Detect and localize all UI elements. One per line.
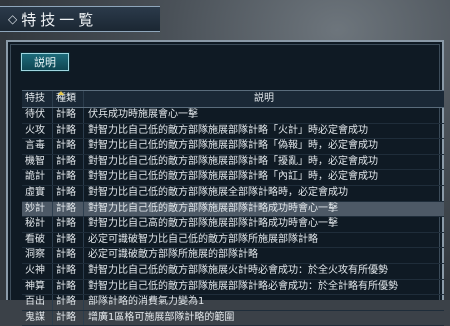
cell-description: 部隊計略的消費氣力變為1: [88, 296, 205, 308]
table-row[interactable]: 百出 計略 部隊計略的消費氣力變為1: [22, 295, 444, 311]
cell-name: 百出: [22, 295, 53, 310]
header-name[interactable]: 特技: [22, 91, 53, 107]
cell-description: 對智力比自己低的敵方部隊施展部隊計略「擾亂」時，必定會成功: [88, 155, 378, 167]
cell-type: 計略: [53, 279, 84, 295]
cell-description: 對智力比自己低的敵方部隊施展部隊計略必會成功：於全計略有所優勢: [88, 280, 398, 292]
table-row[interactable]: 火神 計略 對智力比自己低的敵方部隊施展火計時必會成功：於全火攻有所優勢: [22, 263, 444, 280]
table-row[interactable]: 秘計 計略 對智力比自己高的敵方部隊施展部隊計略成功時會心一擊: [22, 217, 444, 233]
window-title-bar: ◇ 特技一覧: [0, 6, 160, 32]
skills-table: 特技 種類 説明 待伏 計略 伏兵成功時施展會心一擊 火攻 計略 對智力比自己低…: [22, 90, 444, 326]
cell-name: 看破: [22, 232, 53, 248]
header-description[interactable]: 説明: [84, 91, 444, 107]
cell-description: 對智力比自己低的敵方部隊施展部隊計略「火計」時必定會成功: [88, 124, 368, 136]
cell-type: 計略: [53, 108, 84, 123]
cell-description: 對智力比自己低的敵方部隊施展部隊計略「偽報」時，必定會成功: [88, 140, 378, 152]
table-row-selected[interactable]: 妙計 計略 對智力比自己低的敵方部隊施展部隊計略成功時會心一擊: [22, 201, 444, 218]
cell-type: 計略: [53, 248, 84, 263]
table-row[interactable]: 虛實 計略 對智力比自己低的敵方部隊施展全部隊計略時，必定會成功: [22, 185, 444, 202]
title-ornament-icon: ◇: [8, 12, 18, 26]
table-header: 特技 種類 説明: [22, 90, 444, 108]
cell-name: 詭計: [22, 170, 53, 185]
cell-description: 對智力比自己低的敵方部隊施展部隊計略「內訌」時，必定會成功: [88, 171, 378, 183]
cell-description: 對智力比自己高的敵方部隊施展部隊計略成功時會心一擊: [88, 218, 338, 230]
cell-name: 火神: [22, 263, 53, 279]
cell-type: 計略: [53, 295, 84, 310]
cell-name: 待伏: [22, 108, 53, 123]
header-type[interactable]: 種類: [53, 91, 84, 107]
cell-description: 對智力比自己低的敵方部隊施展全部隊計略時，必定會成功: [88, 186, 348, 198]
cell-description: 必定可識破敵方部隊所施展的部隊計略: [88, 249, 258, 261]
cell-type: 計略: [53, 201, 84, 217]
cell-type: 計略: [53, 154, 84, 170]
table-row[interactable]: 機智 計略 對智力比自己低的敵方部隊施展部隊計略「擾亂」時，必定會成功: [22, 154, 444, 171]
table-row[interactable]: 看破 計略 必定可識破智力比自己低的敵方部隊所施展部隊計略: [22, 232, 444, 249]
cell-type: 計略: [53, 232, 84, 248]
window-title: 特技一覧: [21, 10, 98, 29]
sort-ascending-icon: [58, 91, 64, 95]
table-row[interactable]: 火攻 計略 對智力比自己低的敵方部隊施展部隊計略「火計」時必定會成功: [22, 123, 444, 140]
cell-name: 火攻: [22, 123, 53, 139]
cell-name: 秘計: [22, 217, 53, 232]
cell-name: 洞察: [22, 248, 53, 263]
cell-type: 計略: [53, 170, 84, 185]
table-row[interactable]: 神算 計略 對智力比自己低的敵方部隊施展部隊計略必會成功：於全計略有所優勢: [22, 279, 444, 296]
cell-name: 言毒: [22, 139, 53, 154]
table-row[interactable]: 洞察 計略 必定可識破敵方部隊所施展的部隊計略: [22, 248, 444, 264]
cell-type: 計略: [53, 217, 84, 232]
cell-type: 計略: [53, 185, 84, 201]
table-row[interactable]: 言毒 計略 對智力比自己低的敵方部隊施展部隊計略「偽報」時，必定會成功: [22, 139, 444, 155]
cell-description: 對智力比自己低的敵方部隊施展部隊計略成功時會心一擊: [88, 202, 338, 214]
cell-description: 增廣1區格可施展部隊計略的範圍: [88, 311, 235, 323]
table-row[interactable]: 詭計 計略 對智力比自己低的敵方部隊施展部隊計略「內訌」時，必定會成功: [22, 170, 444, 186]
table-row[interactable]: 待伏 計略 伏兵成功時施展會心一擊: [22, 108, 444, 124]
cell-type: 計略: [53, 123, 84, 139]
cell-type: 計略: [53, 263, 84, 279]
cell-name: 機智: [22, 154, 53, 170]
cell-type: 計略: [53, 310, 84, 326]
cell-name: 妙計: [22, 201, 53, 217]
cell-description: 伏兵成功時施展會心一擊: [88, 109, 198, 120]
help-button[interactable]: 説明: [21, 53, 69, 71]
cell-type: 計略: [53, 139, 84, 154]
cell-name: 神算: [22, 279, 53, 295]
cell-description: 必定可識破智力比自己低的敵方部隊所施展部隊計略: [88, 233, 318, 245]
cell-name: 虛實: [22, 185, 53, 201]
cell-name: 鬼謀: [22, 310, 53, 326]
table-row[interactable]: 鬼謀 計略 增廣1區格可施展部隊計略的範圍: [22, 310, 444, 326]
cell-description: 對智力比自己低的敵方部隊施展火計時必會成功：於全火攻有所優勢: [88, 264, 388, 276]
